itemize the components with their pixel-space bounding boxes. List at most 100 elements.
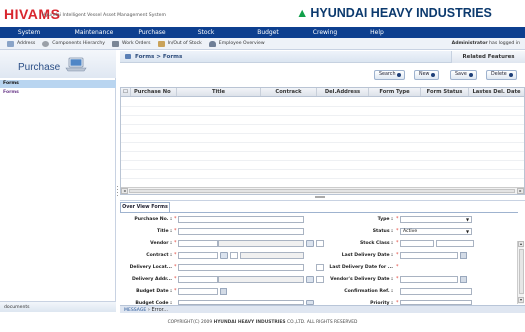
- gear-icon: [42, 40, 50, 47]
- stock-class-input[interactable]: [400, 240, 434, 247]
- contract-extra-input[interactable]: [230, 252, 238, 259]
- address-book-icon: [7, 40, 14, 47]
- required-mark: *: [174, 264, 177, 270]
- shortcut-in-out-stock[interactable]: In/Out of Stock: [157, 40, 202, 47]
- go-icon: [397, 73, 402, 77]
- search-button[interactable]: Search: [374, 70, 406, 80]
- new-button[interactable]: New: [414, 70, 440, 80]
- label-purchase-no: Purchase No. :: [134, 217, 172, 222]
- delivery-address-lookup-icon[interactable]: [306, 276, 314, 283]
- menu-help[interactable]: Help: [352, 27, 402, 38]
- vendor-code-input[interactable]: [178, 240, 218, 247]
- scroll-right-icon[interactable]: ▸: [517, 188, 524, 194]
- required-mark: *: [396, 276, 399, 282]
- stock-class-extra-input[interactable]: [436, 240, 474, 247]
- table-row[interactable]: [121, 98, 524, 107]
- calendar-icon[interactable]: [460, 252, 467, 259]
- contract-lookup-icon[interactable]: [220, 252, 228, 259]
- column-del-address[interactable]: Del.Address: [317, 88, 369, 96]
- related-features-button[interactable]: Related Features: [451, 51, 525, 63]
- column-form-status[interactable]: Form Status: [421, 88, 469, 96]
- go-icon: [431, 73, 436, 77]
- select-all-checkbox[interactable]: ☐: [121, 88, 131, 96]
- column-form-type[interactable]: Form Type: [369, 88, 421, 96]
- contract-code-input[interactable]: [178, 252, 218, 259]
- menu-purchase[interactable]: Purchase: [130, 27, 174, 38]
- forms-table: ☐ Purchase No Title Contrack Del.Address…: [120, 87, 525, 195]
- box-icon: [157, 40, 165, 47]
- table-row[interactable]: [121, 107, 524, 116]
- scroll-left-icon[interactable]: ◂: [121, 188, 128, 194]
- shortcut-employee-overview[interactable]: Employee Overview: [208, 40, 265, 47]
- laptop-icon: [65, 57, 87, 72]
- type-select[interactable]: ▼: [400, 216, 472, 223]
- budget-date-input[interactable]: [178, 288, 218, 295]
- vendor-extra-input[interactable]: [316, 240, 324, 247]
- required-mark: *: [174, 228, 177, 234]
- delivery-location-input[interactable]: [178, 264, 304, 271]
- required-mark: *: [174, 216, 177, 222]
- table-row[interactable]: [121, 170, 524, 179]
- title-input[interactable]: [178, 228, 304, 235]
- table-row[interactable]: [121, 116, 524, 125]
- table-row[interactable]: [121, 161, 524, 170]
- user-name: Administrator: [451, 41, 488, 46]
- scroll-down-icon[interactable]: ▾: [518, 297, 524, 303]
- delivery-address-extra-input[interactable]: [316, 276, 324, 283]
- purchase-no-input[interactable]: [178, 216, 304, 223]
- scroll-up-icon[interactable]: ▴: [518, 241, 524, 247]
- last-delivery-date-input[interactable]: [400, 252, 458, 259]
- vendor-name-input: [218, 240, 304, 247]
- panel-resize-grip[interactable]: [116, 185, 119, 197]
- label-vendors-delivery-date: Vendor's Delivery Date :: [330, 277, 393, 282]
- wrench-icon: [112, 40, 120, 47]
- confirmation-ref-input[interactable]: [400, 288, 472, 295]
- vendors-delivery-date-input[interactable]: [400, 276, 458, 283]
- splitter-handle[interactable]: [315, 196, 325, 198]
- column-contrack[interactable]: Contrack: [261, 88, 317, 96]
- calendar-icon[interactable]: [460, 276, 467, 283]
- save-button[interactable]: Save: [450, 70, 477, 80]
- menu-system[interactable]: System: [0, 27, 58, 38]
- label-title: Title :: [156, 229, 172, 234]
- menu-maintenance[interactable]: Maintenance: [58, 27, 130, 38]
- delivery-address-code-input[interactable]: [178, 276, 218, 283]
- table-row[interactable]: [121, 134, 524, 143]
- horizontal-scrollbar[interactable]: ◂ ▸: [121, 187, 524, 194]
- label-budget-date: Budget Date :: [136, 289, 172, 294]
- shortcut-toolbar: Address Components Hierarchy Work Orders…: [0, 38, 525, 50]
- nav-item-forms-selected[interactable]: Forms: [0, 80, 116, 88]
- delete-button[interactable]: Delete: [486, 70, 517, 80]
- menu-budget[interactable]: Budget: [238, 27, 298, 38]
- nav-documents[interactable]: documents: [0, 301, 116, 312]
- calendar-icon[interactable]: [220, 288, 227, 295]
- table-row[interactable]: [121, 125, 524, 134]
- delivery-location-extra-input[interactable]: [316, 264, 324, 271]
- scrollbar-thumb[interactable]: [129, 189, 515, 193]
- menu-stock[interactable]: Stock: [174, 27, 238, 38]
- menu-crewing[interactable]: Crewing: [298, 27, 352, 38]
- contract-name-input: [240, 252, 304, 259]
- required-mark: *: [396, 240, 399, 246]
- nav-item-forms[interactable]: Forms: [0, 90, 19, 95]
- column-lastes-del-date[interactable]: Lastes Del. Date: [469, 88, 524, 96]
- table-row[interactable]: [121, 152, 524, 161]
- message-bar: MESSAGE › Error...: [120, 305, 525, 313]
- footer: COPYRIGHT(C) 2009 HYUNDAI HEAVY INDUSTRI…: [0, 313, 525, 332]
- shortcut-components-hierarchy[interactable]: Components Hierarchy: [42, 40, 105, 47]
- table-header: ☐ Purchase No Title Contrack Del.Address…: [121, 88, 524, 97]
- left-navigation: Purchase Forms Forms documents: [0, 50, 116, 312]
- vendor-lookup-icon[interactable]: [306, 240, 314, 247]
- column-title[interactable]: Title: [177, 88, 261, 96]
- nav-header: Purchase: [0, 50, 116, 78]
- vertical-scrollbar[interactable]: ▴ ▾: [517, 241, 524, 304]
- status-select[interactable]: Active ▼: [400, 228, 472, 235]
- table-row[interactable]: [121, 143, 524, 152]
- column-purchase-no[interactable]: Purchase No: [131, 88, 177, 96]
- shortcut-address[interactable]: Address: [7, 40, 35, 47]
- shortcut-work-orders[interactable]: Work Orders: [112, 40, 151, 47]
- label-last-delivery-date-for: Last Delivery Date for ...: [329, 265, 393, 270]
- scrollbar-thumb[interactable]: [519, 249, 524, 294]
- label-last-delivery-date: Last Delivery Date :: [341, 253, 393, 258]
- tab-over-view-forms[interactable]: Over View Forms: [120, 202, 170, 212]
